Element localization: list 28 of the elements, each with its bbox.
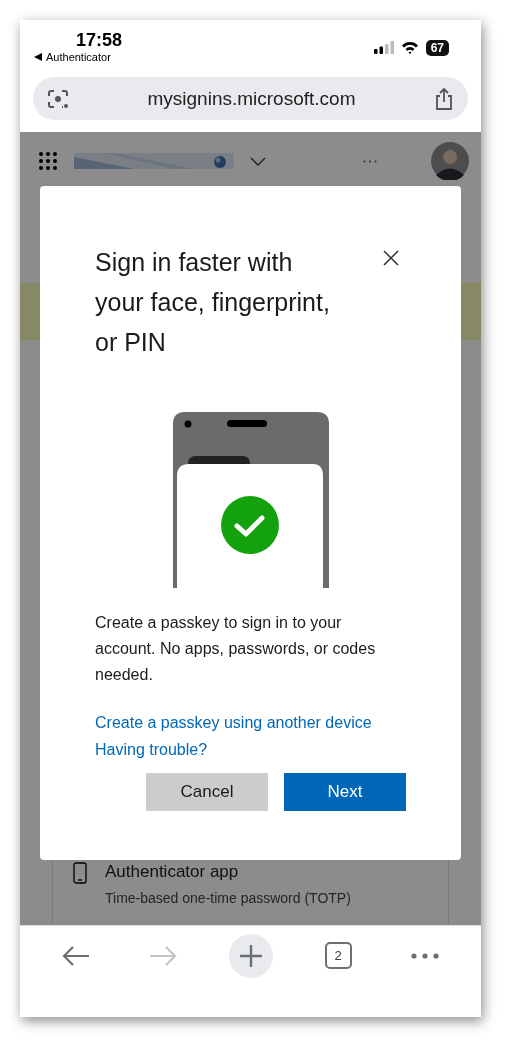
back-triangle-icon[interactable] — [34, 53, 42, 61]
address-bar[interactable]: mysignins.microsoft.com — [33, 77, 468, 120]
avatar[interactable] — [431, 142, 469, 180]
dialog-link[interactable]: Having trouble? — [95, 741, 208, 759]
method-title: Authenticator app — [105, 862, 240, 882]
url-text: mysignins.microsoft.com — [147, 87, 356, 110]
more-icon[interactable] — [411, 953, 440, 959]
back-to-app-link[interactable]: Authenticator — [46, 51, 111, 63]
dialog-description: Create a passkey to sign in to your account. No apps, passwords, or codes needed. — [95, 613, 377, 685]
battery-level: 67 — [425, 39, 449, 56]
new-tab-button[interactable] — [229, 934, 273, 978]
tab-count-button[interactable]: 2 — [324, 942, 352, 969]
plus-icon[interactable] — [239, 944, 263, 968]
more-icon[interactable] — [363, 159, 377, 163]
camera-search-icon[interactable] — [47, 88, 69, 109]
signal-icon — [373, 41, 394, 54]
back-arrow-icon[interactable] — [61, 946, 90, 966]
app-grid-icon[interactable] — [38, 151, 58, 171]
dialog-link[interactable]: Create a passkey using another device — [95, 714, 372, 732]
share-icon[interactable] — [434, 86, 454, 111]
next-button[interactable]: Next — [284, 773, 406, 811]
dialog-title: Sign in faster with your face, fingerprint, or PIN — [95, 247, 331, 358]
phone-icon — [73, 862, 87, 884]
cancel-button[interactable]: Cancel — [146, 773, 268, 811]
status-time: 17:58 — [76, 30, 123, 51]
wifi-icon — [400, 41, 419, 54]
method-subtitle: Time-based one-time password (TOTP) — [105, 890, 351, 906]
chevron-down-icon[interactable] — [250, 156, 266, 166]
